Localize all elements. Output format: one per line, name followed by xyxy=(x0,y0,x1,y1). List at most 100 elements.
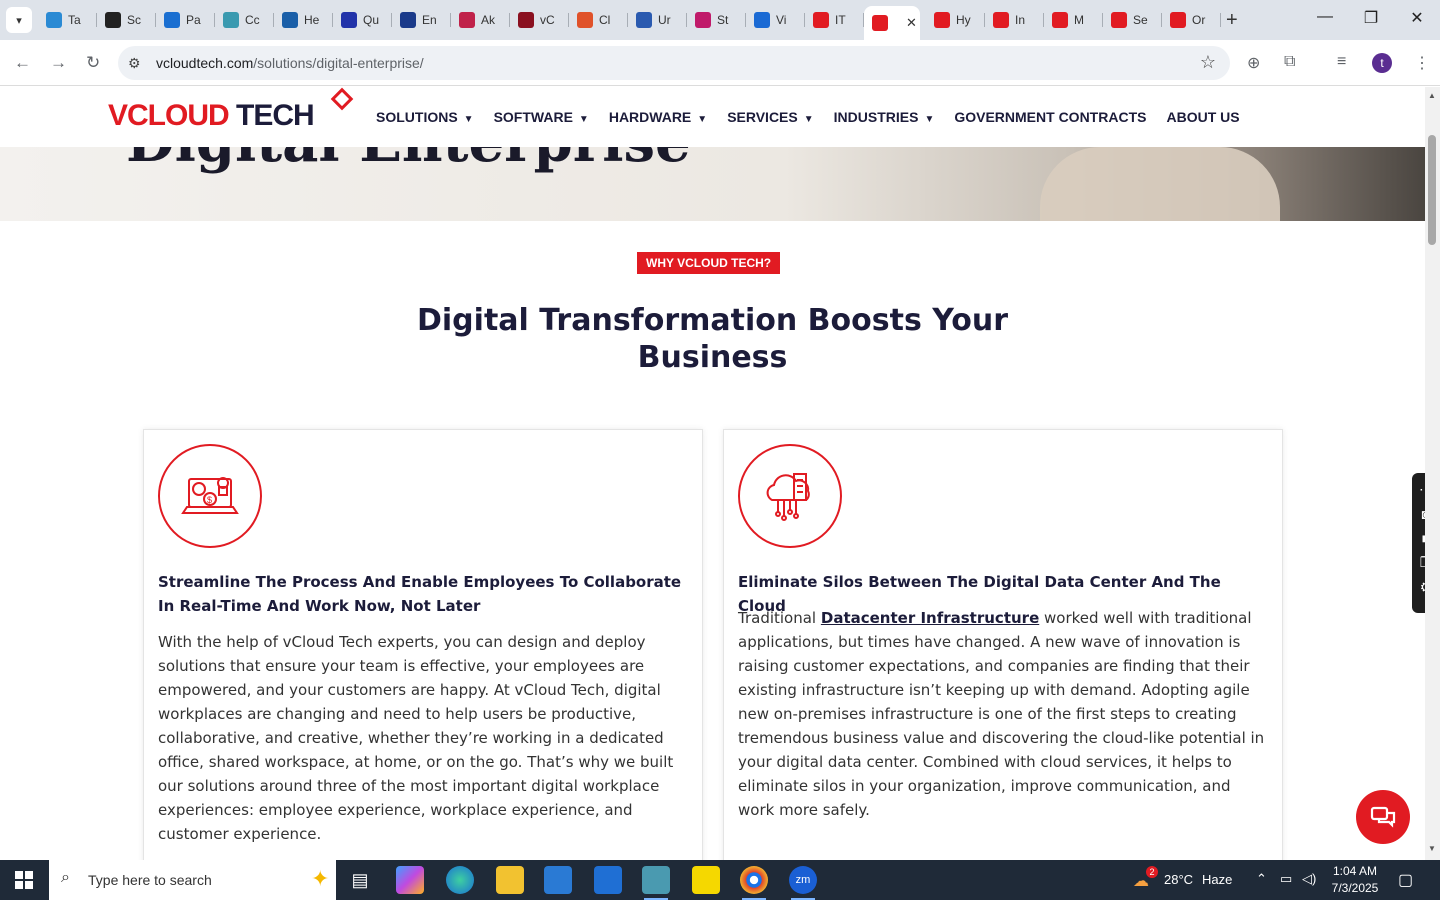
video-camera-icon[interactable]: ■ xyxy=(1412,530,1425,546)
browser-tab-active[interactable]: ✕ xyxy=(864,6,920,40)
start-button[interactable] xyxy=(0,860,48,900)
tab-title: Ur xyxy=(658,13,671,27)
weather-description[interactable]: Haze xyxy=(1202,872,1232,887)
sticky-notes-icon[interactable] xyxy=(692,866,720,894)
forward-button[interactable]: → xyxy=(50,53,67,73)
browser-tab[interactable]: Sc xyxy=(97,6,156,34)
gear-icon[interactable]: ⚙ xyxy=(1412,579,1425,596)
tab-favicon-icon xyxy=(636,12,652,28)
volume-icon[interactable]: ◁) xyxy=(1302,871,1316,887)
back-button[interactable]: ← xyxy=(14,53,31,73)
nav-item-government-contracts[interactable]: GOVERNMENT CONTRACTS xyxy=(954,109,1146,125)
scrollbar-thumb[interactable] xyxy=(1428,135,1436,245)
hero-image xyxy=(1040,147,1280,221)
browser-tab[interactable]: vC xyxy=(510,6,569,34)
browser-tab[interactable]: Or xyxy=(1162,6,1221,34)
notifications-icon[interactable]: ▢ xyxy=(1398,870,1413,890)
menu-kebab-icon[interactable]: ⋮ xyxy=(1414,53,1430,73)
more-options-icon[interactable]: ⋯ xyxy=(1412,481,1425,498)
nav-item-label: SOLUTIONS xyxy=(376,109,458,125)
caret-down-icon: ▼ xyxy=(924,114,935,125)
nav-item-label: SERVICES xyxy=(727,109,798,125)
zoom-icon[interactable]: zm xyxy=(789,866,817,900)
tab-favicon-icon xyxy=(934,12,950,28)
nav-item-about-us[interactable]: ABOUT US xyxy=(1166,109,1239,125)
task-view-icon[interactable]: ▤ xyxy=(346,866,374,894)
copy-icon[interactable]: ❐ xyxy=(1412,554,1425,571)
address-bar[interactable]: ⚙ vcloudtech.com/solutions/digital-enter… xyxy=(118,46,1230,80)
copilot-icon[interactable] xyxy=(396,866,424,894)
minimize-button[interactable]: — xyxy=(1310,8,1340,26)
maximize-button[interactable]: ❐ xyxy=(1356,8,1386,28)
reload-button[interactable]: ↻ xyxy=(86,53,100,73)
translate-icon[interactable]: ⊕ xyxy=(1247,53,1260,73)
nav-item-label: SOFTWARE xyxy=(493,109,573,125)
nav-item-industries[interactable]: INDUSTRIES ▼ xyxy=(834,109,935,125)
mail-icon[interactable] xyxy=(594,866,622,894)
site-logo[interactable]: VCLOUD TECH xyxy=(108,99,315,133)
new-tab-button[interactable]: + xyxy=(1226,9,1238,32)
edge-browser-icon[interactable] xyxy=(446,866,474,894)
show-hidden-icons-chevron-icon[interactable]: ⌃ xyxy=(1256,871,1267,887)
nav-item-hardware[interactable]: HARDWARE ▼ xyxy=(609,109,707,125)
chrome-icon[interactable] xyxy=(740,866,768,900)
browser-tab[interactable]: Vi xyxy=(746,6,805,34)
browser-tab[interactable]: M xyxy=(1044,6,1103,34)
nav-item-services[interactable]: SERVICES ▼ xyxy=(727,109,813,125)
browser-tab[interactable]: Ak xyxy=(451,6,510,34)
file-explorer-icon[interactable] xyxy=(496,866,524,894)
tab-title: Pa xyxy=(186,13,201,27)
browser-tab[interactable]: Ta xyxy=(38,6,97,34)
tab-favicon-icon xyxy=(105,12,121,28)
search-icon: ⌕ xyxy=(61,869,70,886)
network-icon[interactable]: ▭ xyxy=(1280,871,1292,887)
tab-favicon-icon xyxy=(46,12,62,28)
profile-avatar[interactable]: t xyxy=(1372,53,1392,73)
browser-tab[interactable]: Pa xyxy=(156,6,215,34)
system-clock[interactable]: 1:04 AM 7/3/2025 xyxy=(1330,863,1380,897)
microsoft-store-icon[interactable] xyxy=(544,866,572,894)
media-control-icon[interactable]: ≡ xyxy=(1337,53,1346,71)
browser-tab[interactable]: Qu xyxy=(333,6,392,34)
nav-item-label: ABOUT US xyxy=(1166,109,1240,125)
scroll-up-arrow-icon[interactable]: ▲ xyxy=(1428,91,1436,100)
close-tab-icon[interactable]: ✕ xyxy=(906,15,917,31)
weather-temperature[interactable]: 28°C xyxy=(1164,872,1193,887)
site-info-icon[interactable]: ⚙ xyxy=(128,55,141,72)
tab-favicon-icon xyxy=(164,12,180,28)
card-heading: Streamline The Process And Enable Employ… xyxy=(158,573,682,615)
browser-tab[interactable]: Hy xyxy=(926,6,985,34)
browser-tab[interactable]: St xyxy=(687,6,746,34)
close-window-button[interactable]: ✕ xyxy=(1402,8,1432,28)
browser-tab[interactable]: Ur xyxy=(628,6,687,34)
nav-item-software[interactable]: SOFTWARE ▼ xyxy=(494,109,589,125)
scroll-down-arrow-icon[interactable]: ▼ xyxy=(1428,844,1436,853)
tab-title: Vi xyxy=(776,13,787,27)
browser-tab[interactable]: IT xyxy=(805,6,864,34)
page-scrollbar[interactable]: ▲ ▼ xyxy=(1425,87,1440,860)
feature-card-data-center: Eliminate Silos Between The Digital Data… xyxy=(723,429,1283,860)
url-text[interactable]: vcloudtech.com/solutions/digital-enterpr… xyxy=(156,55,424,71)
chat-button[interactable] xyxy=(1356,790,1410,844)
browser-tab[interactable]: In xyxy=(985,6,1044,34)
datacenter-infrastructure-link[interactable]: Datacenter Infrastructure xyxy=(821,609,1039,627)
card-body: Traditional Datacenter Infrastructure wo… xyxy=(738,609,1265,819)
tab-favicon-icon xyxy=(993,12,1009,28)
tab-search-button[interactable]: ▾ xyxy=(6,7,32,33)
tab-title: Sc xyxy=(127,13,142,27)
tab-title: IT xyxy=(835,13,846,27)
browser-tab[interactable]: Se xyxy=(1103,6,1162,34)
bookmark-star-icon[interactable]: ☆ xyxy=(1200,52,1216,73)
taskbar-search[interactable]: ⌕ Type here to search ✦ xyxy=(49,860,336,900)
browser-tab-strip: ▾ Ta Sc Pa Cc He Qu En Ak vC Cl Ur St Vi IT ✕ Hy In M Se Or… xyxy=(0,0,1440,40)
nav-item-solutions[interactable]: SOLUTIONS ▼ xyxy=(376,109,474,125)
caret-down-icon: ▼ xyxy=(697,114,708,125)
camera-icon[interactable]: ◙ xyxy=(1412,506,1425,522)
app-icon[interactable] xyxy=(642,866,670,900)
browser-tab[interactable]: En xyxy=(392,6,451,34)
browser-tab[interactable]: He xyxy=(274,6,333,34)
browser-tab[interactable]: Cc xyxy=(215,6,274,34)
browser-tab[interactable]: Cl xyxy=(569,6,628,34)
tab-title: Hy xyxy=(956,13,971,27)
extensions-icon[interactable]: ⧉ xyxy=(1284,53,1295,71)
